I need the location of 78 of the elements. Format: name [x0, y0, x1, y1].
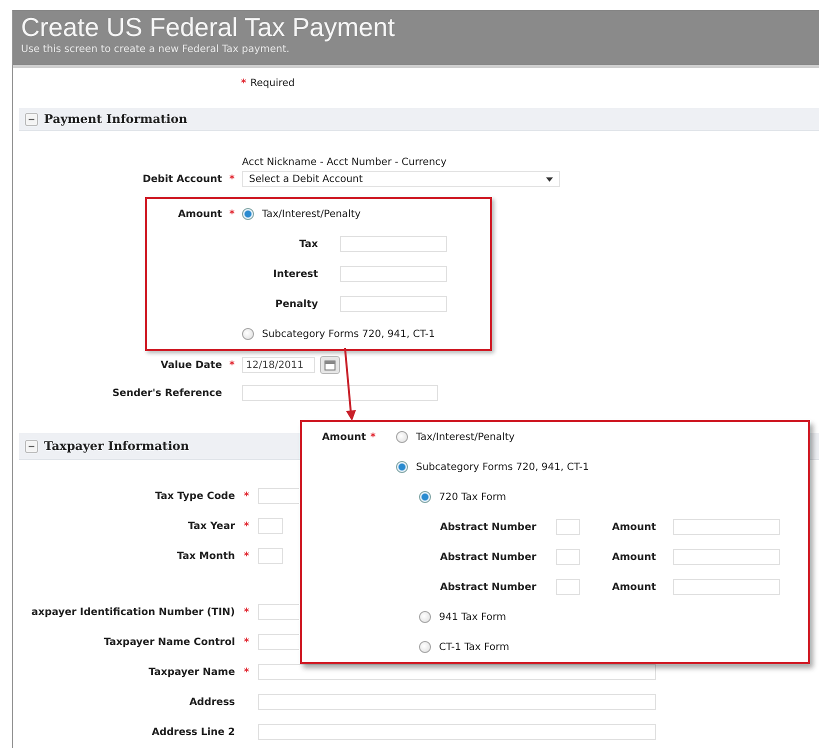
reference-input[interactable] [242, 385, 438, 401]
field-label: Tax Month [176, 550, 235, 562]
text-input[interactable] [258, 548, 283, 564]
amount-input[interactable] [673, 549, 780, 565]
required-note: Required [250, 78, 295, 88]
section-title: Taxpayer Information [44, 439, 190, 453]
radio-label: CT-1 Tax Form [439, 642, 510, 652]
amount-input[interactable] [340, 266, 447, 282]
required-marker: * [244, 520, 250, 532]
text-input[interactable] [258, 634, 299, 650]
radio-button[interactable] [419, 641, 431, 653]
calendar-button[interactable] [320, 356, 340, 374]
number-input[interactable] [556, 519, 580, 535]
required-marker: * [229, 208, 235, 220]
text-input[interactable] [258, 604, 299, 620]
required-marker: * [244, 606, 250, 618]
field-label: Amount [612, 522, 658, 532]
field-hint: Acct Nickname - Acct Number - Currency [242, 156, 448, 170]
section-title: Payment Information [44, 112, 188, 126]
field-label: Sender's Reference [111, 388, 222, 398]
field-label: Debit Account [142, 174, 222, 184]
field-label: Abstract Number [440, 522, 538, 532]
radio-button[interactable] [242, 328, 254, 340]
date-input[interactable]: 12/18/2011 [242, 357, 315, 373]
amount-input[interactable] [340, 236, 447, 252]
required-marker: * [244, 636, 250, 648]
field-label: Taxpayer Name [148, 666, 235, 678]
field-label: Penalty [274, 298, 318, 310]
collapse-icon[interactable] [25, 440, 38, 452]
field-label: Tax [298, 238, 318, 250]
amount-input[interactable] [673, 519, 780, 535]
field-label: axpayer Identification Number (TIN) [30, 606, 235, 618]
text-input[interactable] [258, 664, 656, 680]
radio-button[interactable] [419, 611, 431, 623]
text-input[interactable] [258, 724, 656, 740]
radio-button[interactable] [242, 208, 254, 220]
required-marker: * [370, 432, 376, 442]
field-label: Tax Year [187, 520, 235, 532]
radio-label: Subcategory Forms 720, 941, CT-1 [416, 462, 590, 472]
field-label: Interest [272, 268, 318, 280]
field-label: Value Date [160, 360, 222, 370]
caret-icon [546, 176, 553, 182]
field-label: Address [188, 696, 235, 708]
amount-input[interactable] [673, 579, 780, 595]
required-marker: * [244, 666, 250, 678]
required-marker: * [229, 174, 235, 184]
field-label: Amount [320, 432, 366, 442]
required-marker: * [244, 490, 250, 502]
radio-label: Tax/Interest/Penalty [262, 208, 361, 220]
radio-label: 720 Tax Form [439, 492, 506, 502]
radio-button[interactable] [396, 431, 408, 443]
field-label: Abstract Number [440, 552, 538, 562]
number-input[interactable] [556, 549, 580, 565]
radio-label: Tax/Interest/Penalty [416, 432, 515, 442]
calendar-icon [324, 359, 336, 371]
radio-button[interactable] [396, 461, 408, 473]
field-label: Address Line 2 [150, 726, 235, 738]
amount-input[interactable] [340, 296, 447, 312]
text-input[interactable] [258, 518, 283, 534]
field-label: Amount [612, 582, 658, 592]
field-label: Taxpayer Name Control [102, 636, 235, 648]
required-marker: * [229, 360, 235, 370]
page-title: Create US Federal Tax Payment [21, 12, 396, 42]
text-input[interactable] [258, 694, 656, 710]
text-input[interactable] [258, 488, 299, 504]
field-label: Amount [612, 552, 658, 562]
radio-button[interactable] [419, 491, 431, 503]
radio-label: 941 Tax Form [439, 612, 506, 622]
required-marker: * [241, 78, 246, 88]
radio-label: Subcategory Forms 720, 941, CT-1 [262, 328, 436, 340]
field-label: Tax Type Code [154, 490, 235, 502]
number-input[interactable] [556, 579, 580, 595]
field-label: Abstract Number [440, 582, 538, 592]
collapse-icon[interactable] [25, 112, 38, 126]
debit-account-dropdown[interactable]: Select a Debit Account [242, 171, 560, 187]
page-subtitle: Use this screen to create a new Federal Tax payment. [21, 43, 290, 57]
required-marker: * [244, 550, 250, 562]
field-label: Amount [176, 208, 222, 220]
